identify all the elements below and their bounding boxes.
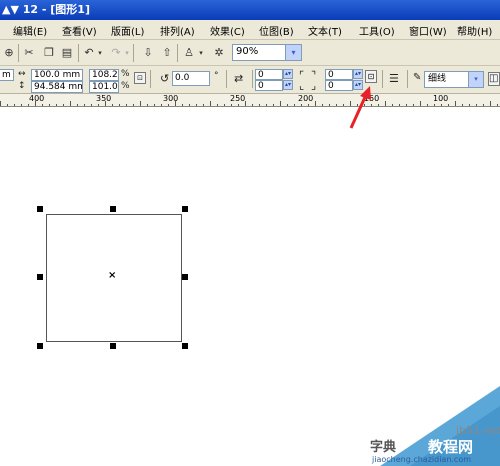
watermark-url: jiaocheng.chazidian.com <box>372 455 472 464</box>
watermark-partial: 字典 <box>370 440 397 455</box>
arrow-shaft <box>349 94 368 129</box>
arrow-head <box>360 86 371 100</box>
watermark-brand: 教程网 <box>428 438 474 456</box>
